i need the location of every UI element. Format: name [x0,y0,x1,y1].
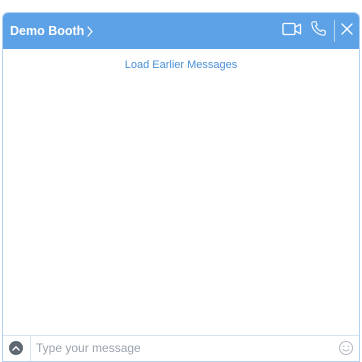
voice-call-button[interactable] [306,19,330,43]
header-separator [334,20,335,42]
chat-window: Demo Booth Load Earlier Messages Type yo… [2,12,360,362]
video-call-button[interactable] [280,19,304,43]
chat-header: Demo Booth [3,13,359,49]
load-earlier-messages-link[interactable]: Load Earlier Messages [3,59,359,71]
message-list[interactable] [3,49,359,338]
emoji-smile-icon [338,340,354,360]
close-button[interactable] [338,19,356,43]
emoji-button[interactable] [338,340,354,356]
message-input[interactable] [36,338,326,358]
chat-title-button[interactable]: Demo Booth [10,13,93,49]
chat-title: Demo Booth [10,24,85,38]
input-divider [30,336,31,361]
attachment-toggle-button[interactable] [9,341,23,355]
header-actions [280,13,359,49]
close-icon [341,22,353,40]
video-camera-icon [282,22,302,41]
chevron-right-icon [87,25,93,37]
message-composer [3,335,359,361]
chevron-up-icon [12,345,20,351]
phone-icon [310,20,327,42]
